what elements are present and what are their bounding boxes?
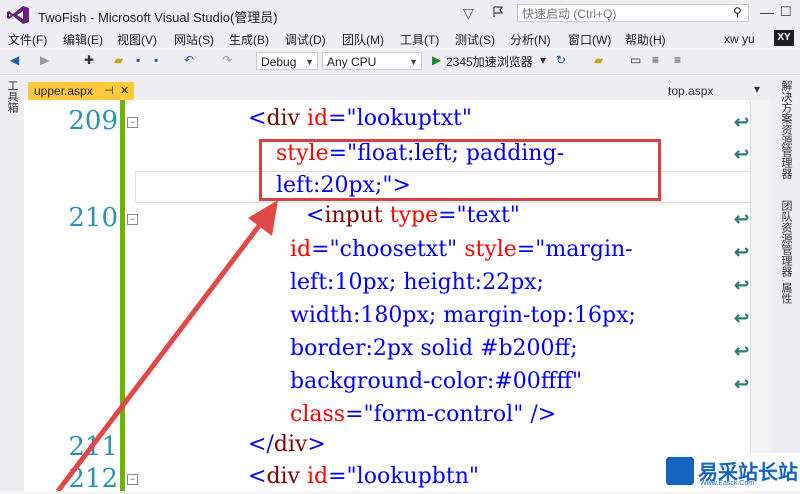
close-icon[interactable]: ✕ [120, 84, 129, 97]
left-dock-strip [0, 76, 24, 491]
menu-file[interactable]: 文件(F) [8, 31, 47, 48]
menu-team[interactable]: 团队(M) [342, 31, 384, 48]
maximize-button[interactable]: ☐ [780, 4, 792, 20]
word-wrap-icon: ↩ [734, 341, 750, 361]
tab-label[interactable]: upper.aspx [34, 84, 93, 98]
document-tab-bar [24, 76, 770, 102]
code-line: <div id="lookuptxt" [248, 106, 472, 131]
change-tracking-bar [120, 100, 125, 491]
toolbox-tab[interactable]: 工具箱 [6, 80, 20, 113]
code-line: <div id="lookupbtn" [248, 464, 479, 489]
open-file-icon[interactable]: ▰ [114, 53, 123, 67]
notification-flag-icon[interactable] [492, 6, 504, 18]
code-line: class="form-control" /> [290, 402, 557, 427]
search-icon[interactable]: ⚲ [733, 5, 742, 19]
menu-view[interactable]: 视图(V) [117, 31, 157, 48]
word-wrap-icon: ↩ [734, 374, 750, 394]
solution-config-select[interactable]: Debug ▼ [256, 52, 318, 70]
comment-icon[interactable]: ≡ [652, 53, 659, 67]
menu-website[interactable]: 网站(S) [174, 31, 214, 48]
annotation-highlight-box [259, 139, 661, 201]
word-wrap-icon: ↩ [734, 112, 750, 132]
visual-studio-logo-icon [7, 6, 29, 24]
uncomment-icon[interactable]: ≡ [674, 53, 681, 67]
code-line: width:180px; margin-top:16px; [290, 303, 636, 328]
save-all-icon[interactable]: ▪ [154, 53, 158, 67]
menu-bar: 文件(F) 编辑(E) 视图(V) 网站(S) 生成(B) 调试(D) 团队(M… [0, 28, 800, 48]
properties-tab[interactable]: 属性 [778, 282, 794, 304]
line-number: 211 [68, 432, 118, 462]
new-project-icon[interactable]: ✚ [84, 53, 94, 67]
word-wrap-icon: ↩ [734, 308, 750, 328]
code-line: </div> [248, 432, 326, 457]
user-avatar[interactable]: XY [774, 30, 794, 46]
code-line: id="choosetxt" style="margin- [290, 237, 633, 262]
chevron-down-icon: ▼ [409, 57, 418, 67]
watermark-subtext: Www.Easck.Com [700, 480, 755, 487]
menu-edit[interactable]: 编辑(E) [63, 31, 103, 48]
window-title: TwoFish - Microsoft Visual Studio(管理员) [38, 10, 278, 25]
document-icon[interactable]: ▭ [630, 53, 641, 67]
menu-help[interactable]: 帮助(H) [625, 31, 666, 48]
menu-tools[interactable]: 工具(T) [400, 31, 439, 48]
vertical-scrollbar[interactable] [750, 100, 771, 491]
tab-top-aspx[interactable]: top.aspx [668, 84, 713, 98]
minimize-button[interactable]: — [760, 4, 774, 20]
menu-analyze[interactable]: 分析(N) [510, 31, 551, 48]
code-line: background-color:#00ffff" [290, 369, 583, 394]
refresh-icon[interactable]: ↻ [556, 53, 566, 67]
watermark-logo-icon [666, 457, 694, 485]
menu-window[interactable]: 窗口(W) [568, 31, 611, 48]
run-browser-button[interactable]: 2345加速浏览器 [446, 53, 533, 70]
menu-test[interactable]: 测试(S) [455, 31, 495, 48]
code-line: <input type="text" [306, 203, 520, 228]
quick-launch-input[interactable]: 快速启动 (Ctrl+Q) [517, 4, 749, 22]
platform-select[interactable]: Any CPU ▼ [322, 52, 422, 70]
code-line: left:10px; height:22px; [290, 270, 544, 295]
menu-build[interactable]: 生成(B) [229, 31, 269, 48]
word-wrap-icon: ↩ [734, 242, 750, 262]
filter-icon[interactable]: ▽ [463, 5, 474, 22]
back-icon[interactable]: ◀ [10, 53, 19, 67]
pin-icon[interactable]: ⊣ [104, 84, 114, 97]
standard-toolbar: ◀ ▶ ✚ ▰ ▪ ▪ ↶ ↷ Debug ▼ Any CPU ▼ ▶ 2345加速… [0, 50, 800, 75]
user-name[interactable]: xw yu [724, 32, 755, 46]
code-line: border:2px solid #b200ff; [290, 336, 578, 361]
save-icon[interactable]: ▪ [136, 53, 140, 67]
line-number: 212 [68, 464, 118, 494]
word-wrap-icon: ↩ [734, 209, 750, 229]
chevron-down-icon: ▼ [305, 57, 314, 67]
line-number: 209 [68, 106, 118, 136]
chevron-down-icon[interactable]: ▾ [540, 53, 546, 67]
team-explorer-tab[interactable]: 团队资源管理器 [778, 200, 794, 277]
collapse-icon[interactable]: − [127, 474, 138, 485]
redo-icon[interactable]: ↷ [222, 53, 232, 67]
collapse-icon[interactable]: − [127, 117, 138, 128]
collapse-icon[interactable]: − [127, 214, 138, 225]
forward-icon[interactable]: ▶ [40, 53, 49, 67]
chevron-down-icon[interactable]: ▾ [754, 82, 760, 96]
word-wrap-icon: ↩ [734, 144, 750, 164]
line-number: 210 [68, 203, 118, 233]
bookmark-icon[interactable]: ▰ [594, 53, 603, 67]
start-debug-icon[interactable]: ▶ [432, 53, 441, 67]
undo-icon[interactable]: ↶ [184, 53, 194, 67]
word-wrap-icon: ↩ [734, 275, 750, 295]
solution-explorer-tab[interactable]: 解决方案资源管理器 [778, 80, 794, 179]
menu-debug[interactable]: 调试(D) [285, 31, 326, 48]
